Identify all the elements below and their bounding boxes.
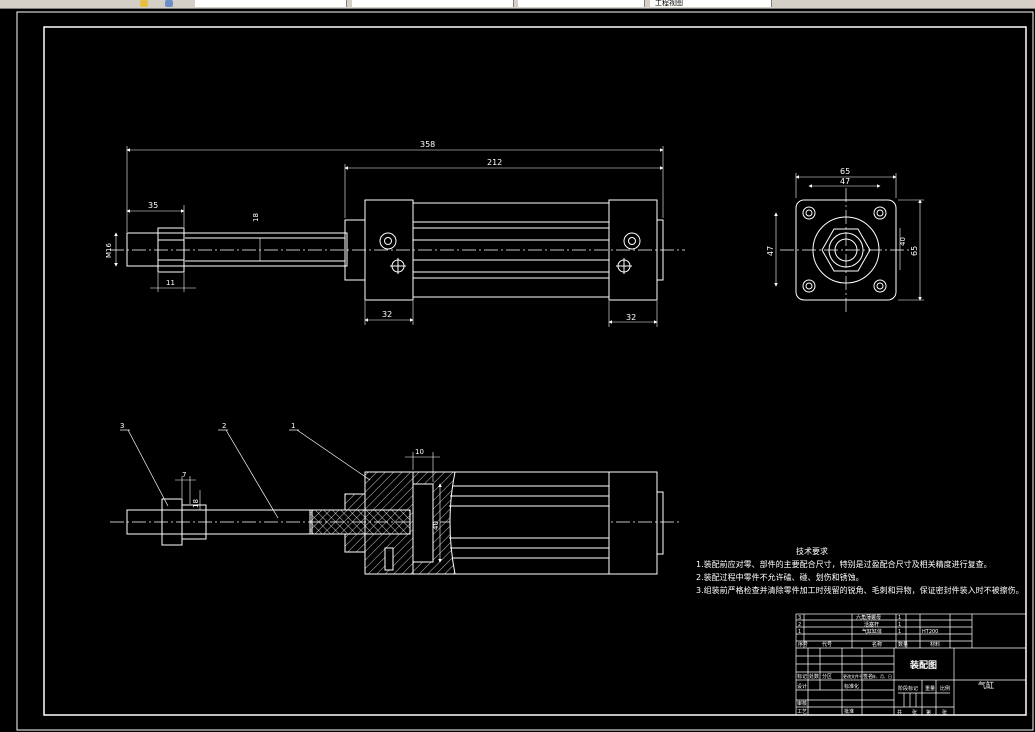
bom-no: 3 <box>798 615 801 621</box>
dim-sec-width: 10 <box>415 448 424 456</box>
bom-qty: 1 <box>898 629 901 635</box>
dim-side-total: 65 <box>910 246 919 256</box>
drawing-name: 装配图 <box>909 659 937 671</box>
notes-line: 3.组装前严格检查并清除零件加工时残留的锐角、毛刺和异物，保证密封件装入时不被擦… <box>696 586 1024 595</box>
bom-header: 数量 <box>898 641 908 648</box>
sheet-label: 第 <box>926 709 931 716</box>
sig-label: 分区 <box>822 673 832 680</box>
standardization-label: 标准化 <box>844 683 859 690</box>
sig-label: 更改文件号 <box>843 673 863 679</box>
bom-name: 气缸缸体 <box>862 628 882 635</box>
sheet-label: 共 <box>897 709 902 716</box>
dim-nut: 11 <box>166 279 175 287</box>
process-label: 工艺 <box>797 709 807 715</box>
tab[interactable] <box>518 0 645 7</box>
technical-notes: 技术要求 1.装配前应对零、部件的主要配合尺寸，特别是过盈配合尺寸及相关精度进行… <box>696 545 1024 597</box>
bom-header: 序号 <box>798 641 808 648</box>
dim-overall: 358 <box>420 140 435 149</box>
dim-left-flange: 32 <box>382 310 392 319</box>
bom-name: 六角薄螺母 <box>856 614 881 621</box>
dim-side-holes: 47 <box>840 177 850 186</box>
dim-sec-bore: 40 <box>432 521 440 530</box>
notes-title: 技术要求 <box>796 547 828 556</box>
sheet-label: 张 <box>912 709 917 716</box>
balloon-2: 2 <box>222 422 226 430</box>
stage-label: 阶段标记 <box>898 685 918 692</box>
tab-label: 工程视图 <box>655 0 683 7</box>
dim-rod-end: 35 <box>148 201 158 210</box>
dim-sec-rod: 18 <box>192 499 200 508</box>
cad-drawing[interactable]: 358 212 35 11 32 32 M16 18 65 47 47 65 4… <box>0 8 1035 732</box>
tool-icon[interactable] <box>140 0 148 7</box>
part-name: 气缸 <box>978 680 994 690</box>
dim-side-bore: 40 <box>899 237 907 246</box>
balloon-3: 3 <box>120 422 124 430</box>
inner-frame <box>43 26 1027 716</box>
bom-name: 活塞杆 <box>864 621 879 628</box>
notes-line: 1.装配前应对零、部件的主要配合尺寸，特别是过盈配合尺寸及相关精度进行复查。 <box>696 560 992 569</box>
front-view <box>110 146 685 327</box>
notes-line: 2.装配过程中零件不允许磕、碰、划伤和锈蚀。 <box>696 573 864 582</box>
tab[interactable] <box>352 0 514 7</box>
dim-side-width: 65 <box>840 167 850 176</box>
sig-label: 年、月、日 <box>872 673 892 679</box>
tab-active[interactable]: 工程视图 <box>650 0 772 7</box>
dim-sec-step: 7 <box>182 471 186 479</box>
bom-header: 名称 <box>872 641 882 648</box>
tab[interactable] <box>195 0 347 7</box>
bom-header: 材料 <box>930 641 940 648</box>
approve-label: 批准 <box>844 708 854 715</box>
design-label: 设计 <box>797 683 807 690</box>
balloon-1: 1 <box>291 422 295 430</box>
check-label: 审核 <box>797 700 807 707</box>
bom-no: 1 <box>798 629 801 635</box>
sig-label: 处数 <box>809 673 819 680</box>
dim-rod-thread: M16 <box>105 243 113 258</box>
sheet-label: 张 <box>942 709 947 716</box>
bom-header: 代号 <box>822 641 832 648</box>
bom-no: 2 <box>798 622 801 628</box>
tool-icon[interactable] <box>165 0 173 7</box>
sig-label: 标记 <box>797 673 807 680</box>
bom-material: HT200 <box>922 629 938 635</box>
scale-label: 比例 <box>940 685 950 692</box>
weight-label: 重量 <box>925 685 935 692</box>
dim-side-height: 47 <box>766 246 775 256</box>
outer-frame <box>16 11 1034 731</box>
dim-rod-dia: 18 <box>252 213 260 222</box>
dim-cylinder: 212 <box>487 158 502 167</box>
bom-qty: 1 <box>898 615 901 621</box>
dim-right-flange: 32 <box>626 313 636 322</box>
bom-qty: 1 <box>898 622 901 628</box>
